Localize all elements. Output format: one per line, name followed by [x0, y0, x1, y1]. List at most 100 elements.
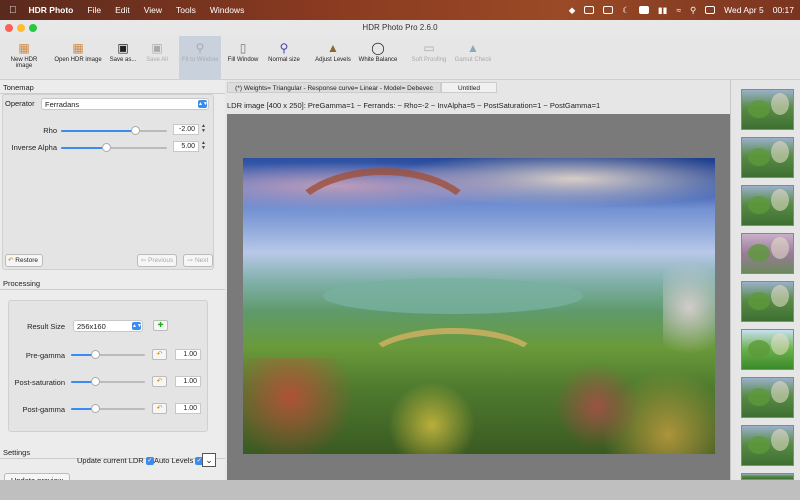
chevron-updown-icon: ▲▼ [132, 322, 142, 330]
next-button[interactable]: ⇨ Next [183, 254, 213, 267]
menu-tools[interactable]: Tools [176, 5, 196, 15]
post-gamma-slider-handle[interactable] [90, 404, 100, 413]
apple-icon[interactable]:  [9, 5, 17, 16]
search-icon[interactable]: ⚲ [690, 5, 696, 16]
zoom-icon: ⚲ [279, 41, 289, 55]
thumbnail[interactable] [741, 473, 794, 480]
mirroring-icon[interactable] [584, 6, 595, 14]
post-saturation-label: Post-saturation [14, 378, 65, 387]
add-size-button[interactable]: ✚ [153, 320, 168, 331]
inverse-alpha-slider[interactable] [61, 143, 167, 152]
control-center-icon[interactable] [705, 6, 716, 14]
post-saturation-slider[interactable] [71, 377, 145, 386]
pre-gamma-slider[interactable] [71, 350, 145, 359]
wifi-icon[interactable]: ≈ [676, 5, 681, 15]
post-gamma-value-field[interactable]: 1.00 [175, 403, 201, 414]
image-workspace: (*) Weights= Triangular - Response curve… [225, 80, 730, 480]
drop-icon: ◯ [371, 41, 385, 55]
thumbnail[interactable] [741, 425, 794, 466]
update-current-ldr-checkbox[interactable]: Update current LDR ✓ [77, 456, 154, 466]
checkmark-icon: ✓ [145, 457, 154, 466]
inverse-alpha-value-field[interactable]: 5.00 [173, 141, 199, 152]
menu-edit[interactable]: Edit [115, 5, 130, 15]
tonemap-header: Tonemap [0, 82, 225, 94]
gamut-icon: ▲ [467, 41, 479, 55]
thumbnail[interactable] [741, 281, 794, 322]
soft-proofing-button[interactable]: ▭ Soft Proofing [410, 36, 448, 80]
close-button[interactable] [5, 24, 13, 32]
auto-levels-checkbox[interactable]: Auto Levels ✓ [154, 456, 204, 466]
menu-view[interactable]: View [144, 5, 162, 15]
app-menu[interactable]: HDR Photo [29, 5, 74, 15]
tab-untitled[interactable]: Untitled [441, 82, 497, 93]
thumbnail[interactable] [741, 137, 794, 178]
save-as-button[interactable]: ▣ Save as... [108, 36, 138, 80]
image-info-label: LDR image [400 x 250]: PreGamma=1 ~ Ferr… [227, 101, 601, 110]
expand-dropdown-button[interactable]: ⌄ [202, 453, 216, 467]
minimize-button[interactable] [17, 24, 25, 32]
restore-button[interactable]: ↶ Restore [5, 254, 43, 267]
tonemap-panel: Operator Ferradans ▲▼ Rho -2.00 ▲ ▼ Invers… [2, 94, 214, 270]
post-saturation-reset-button[interactable]: ↶ [152, 376, 167, 387]
zoom-button[interactable] [29, 24, 37, 32]
normal-size-button[interactable]: ⚲ Normal size [266, 36, 302, 80]
pond [323, 278, 583, 314]
post-saturation-slider-handle[interactable] [90, 377, 100, 386]
flowers [243, 358, 715, 454]
moon-icon[interactable]: ☾ [622, 5, 630, 16]
menu-file[interactable]: File [87, 5, 101, 15]
fill-window-button[interactable]: ▯ Fill Window [226, 36, 260, 80]
previous-button[interactable]: ⇦ Previous [137, 254, 177, 267]
adjust-levels-button[interactable]: ▲ Adjust Levels [313, 36, 353, 80]
undo-icon: ↶ [156, 351, 163, 358]
tab-hdr-weights[interactable]: (*) Weights= Triangular - Response curve… [227, 82, 441, 93]
thumbnail[interactable] [741, 329, 794, 370]
rho-value-field[interactable]: -2.00 [173, 124, 199, 135]
thumbnail[interactable] [741, 185, 794, 226]
image-viewport[interactable] [227, 114, 730, 480]
thumbnail[interactable] [741, 233, 794, 274]
post-gamma-slider[interactable] [71, 404, 145, 413]
pre-gamma-slider-handle[interactable] [90, 350, 100, 359]
new-hdr-button[interactable]: ▦ New HDR image [2, 36, 46, 80]
rho-slider-handle[interactable] [131, 126, 141, 135]
status-icon[interactable]: ◆ [569, 5, 576, 16]
thumbnail[interactable] [741, 89, 794, 130]
pre-gamma-reset-button[interactable]: ↶ [152, 349, 167, 360]
title-bar: HDR Photo Pro 2.6.0 [0, 20, 800, 36]
menubar-date[interactable]: Wed Apr 5 [724, 5, 764, 15]
menu-bar:  HDR Photo File Edit View Tools Windows… [0, 0, 800, 20]
note-icon[interactable] [603, 6, 614, 14]
menubar-time[interactable]: 00:17 [773, 5, 794, 15]
folder-image-icon: ▦ [72, 41, 84, 55]
post-saturation-value-field[interactable]: 1.00 [175, 376, 201, 387]
inverse-alpha-slider-handle[interactable] [101, 143, 111, 152]
white-balance-button[interactable]: ◯ White Balance [358, 36, 398, 80]
thumbnail[interactable] [741, 377, 794, 418]
gamut-check-button[interactable]: ▲ Gamut Check [454, 36, 492, 80]
ldr-preview-image[interactable] [243, 158, 715, 454]
fit-to-window-button[interactable]: ⚲ Fit to Window [179, 36, 221, 80]
rho-slider[interactable] [61, 126, 167, 135]
chevron-down-icon: ⌄ [205, 455, 213, 465]
menu-windows[interactable]: Windows [210, 5, 244, 15]
inverse-alpha-label: Inverse Alpha [11, 143, 57, 152]
operator-label: Operator [5, 99, 35, 108]
save-all-button[interactable]: ▣ Save All [144, 36, 170, 80]
input-source-icon[interactable] [638, 6, 649, 14]
back-icon: ⇦ [140, 257, 147, 264]
chevron-updown-icon: ▲▼ [198, 100, 208, 108]
tree-branch [283, 168, 483, 288]
processing-panel: Result Size 256x160 ▲▼ ✚ Pre-gamma ↶ 1.00… [8, 300, 208, 432]
post-gamma-reset-button[interactable]: ↶ [152, 403, 167, 414]
open-hdr-button[interactable]: ▦ Open HDR image [54, 36, 102, 80]
result-size-select[interactable]: 256x160 ▲▼ [73, 320, 143, 332]
inverse-alpha-spinner[interactable]: ▲ ▼ [200, 141, 207, 152]
dock-area [0, 480, 800, 500]
battery-icon[interactable]: ▮▮ [658, 5, 667, 16]
image-icon: ▦ [18, 41, 30, 55]
operator-select[interactable]: Ferradans ▲▼ [41, 98, 209, 110]
rho-spinner[interactable]: ▲ ▼ [200, 124, 207, 135]
rho-label: Rho [43, 126, 57, 135]
pre-gamma-value-field[interactable]: 1.00 [175, 349, 201, 360]
